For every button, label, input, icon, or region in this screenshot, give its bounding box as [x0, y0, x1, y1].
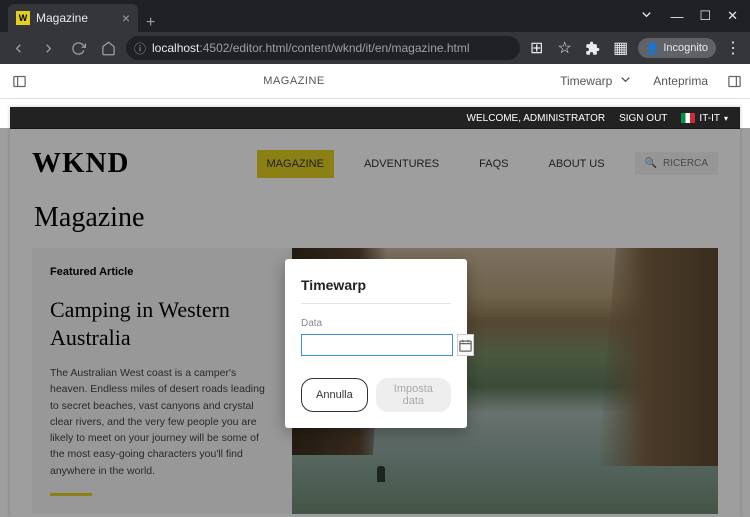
info-icon: ⓘ	[134, 40, 146, 57]
preview-button[interactable]: Anteprima	[643, 74, 718, 88]
url-host: localhost	[152, 41, 199, 55]
calendar-icon[interactable]	[457, 334, 474, 356]
back-button[interactable]	[6, 36, 30, 60]
maximize-icon[interactable]: ☐	[699, 8, 711, 24]
extensions-icon[interactable]	[582, 37, 604, 59]
forward-button[interactable]	[36, 36, 60, 60]
editor-page-title: MAGAZINE	[38, 75, 550, 87]
incognito-label: Incognito	[663, 42, 708, 54]
utility-bar: WELCOME, ADMINISTRATOR SIGN OUT IT-IT ▾	[10, 107, 740, 129]
incognito-icon: 👤	[646, 42, 660, 55]
welcome-text: WELCOME, ADMINISTRATOR	[467, 113, 606, 124]
date-input[interactable]	[301, 334, 453, 356]
close-window-icon[interactable]: ✕	[727, 8, 738, 24]
address-bar[interactable]: ⓘ localhost:4502/editor.html/content/wkn…	[126, 36, 520, 60]
modal-title: Timewarp	[301, 277, 451, 293]
minimize-icon[interactable]: —	[670, 9, 683, 24]
bookmark-icon[interactable]: ☆	[554, 37, 576, 59]
mode-label: Timewarp	[560, 74, 612, 88]
browser-tab[interactable]: W Magazine ×	[8, 4, 138, 32]
chevron-down-icon	[618, 72, 633, 90]
reload-button[interactable]	[66, 36, 90, 60]
date-label: Data	[301, 318, 451, 329]
language-label: IT-IT	[699, 113, 720, 124]
signout-link[interactable]: SIGN OUT	[619, 113, 667, 124]
incognito-badge: 👤 Incognito	[638, 38, 716, 58]
properties-toggle[interactable]	[718, 74, 750, 89]
flag-icon	[681, 113, 695, 123]
editor-toolbar: MAGAZINE Timewarp Anteprima	[0, 64, 750, 99]
new-tab-button[interactable]: +	[138, 14, 163, 32]
url-path: /editor.html/content/wknd/it/en/magazine…	[229, 41, 469, 55]
translate-icon[interactable]: ⊞	[526, 37, 548, 59]
mode-selector[interactable]: Timewarp	[550, 72, 643, 90]
url-port: :4502	[199, 41, 229, 55]
chevron-down-icon[interactable]	[639, 7, 654, 25]
grid-icon[interactable]: ▦	[610, 37, 632, 59]
menu-icon[interactable]: ⋮	[722, 37, 744, 59]
timewarp-modal: Timewarp Data Annulla Imposta data	[285, 259, 467, 428]
submit-button: Imposta data	[376, 378, 451, 412]
tab-title: Magazine	[36, 11, 116, 25]
language-selector[interactable]: IT-IT ▾	[681, 113, 728, 124]
favicon: W	[16, 11, 30, 25]
cancel-button[interactable]: Annulla	[301, 378, 368, 412]
chevron-down-icon: ▾	[724, 114, 728, 123]
side-panel-toggle[interactable]	[0, 74, 38, 89]
close-tab-icon[interactable]: ×	[122, 10, 130, 26]
home-button[interactable]	[96, 36, 120, 60]
